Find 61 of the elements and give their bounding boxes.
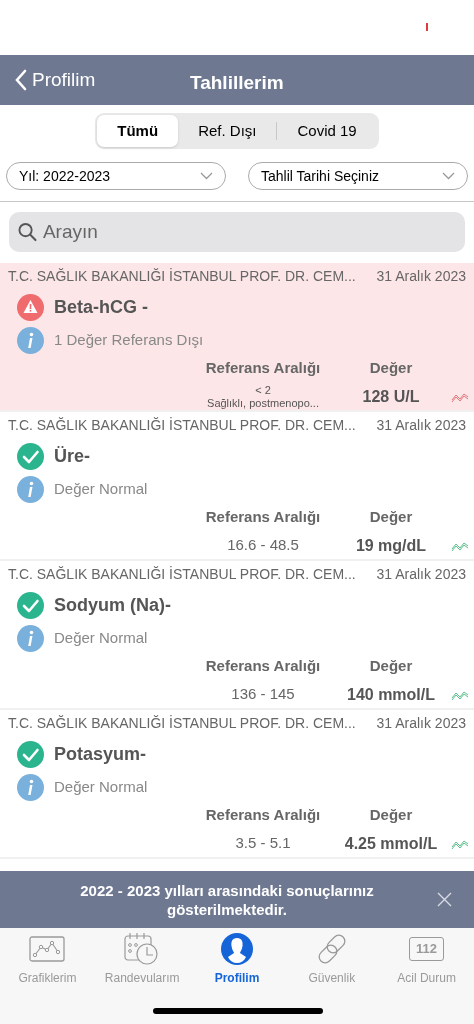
result-date: 31 Aralık 2023 (376, 714, 466, 733)
segment-tab[interactable]: Tümü (97, 115, 179, 147)
close-icon (436, 892, 452, 907)
chevron-down-icon (200, 172, 213, 180)
result-value: 4.25 mmol/L (344, 833, 438, 854)
screen-title: Tahlillerim (190, 71, 284, 95)
institution-name: T.C. SAĞLIK BAKANLIĞI İSTANBUL PROF. DR. CEM... (8, 714, 356, 733)
result-note: Değer Normal (54, 777, 148, 798)
info-icon (17, 774, 44, 801)
column-header: Değer (368, 656, 414, 676)
warning-icon (17, 294, 44, 321)
column-header: Değer (368, 358, 414, 378)
segment-tab[interactable]: Covid 19 (277, 115, 377, 147)
result-card[interactable]: T.C. SAĞLIK BAKANLIĞI İSTANBUL PROF. DR. CEM... 31 Aralık 2023 Beta-hCG - 1 Değer Referans Dışı Referans Aralığı Değer < 2 Sağlıklı, postmenopo... 128 U/L (0, 263, 474, 412)
search-input[interactable]: Arayın (42, 217, 465, 247)
test-name: Beta-hCG - (54, 296, 148, 319)
test-name: Potasyum- (54, 743, 147, 766)
calendar-clock-icon (124, 932, 161, 966)
result-date: 31 Aralık 2023 (376, 565, 466, 584)
column-header: Referans Aralığı (204, 358, 322, 378)
result-value: 140 mmol/L (347, 684, 435, 705)
result-date: 31 Aralık 2023 (376, 416, 466, 435)
recording-indicator (426, 23, 428, 31)
column-header: Değer (368, 507, 414, 527)
column-header: Referans Aralığı (204, 656, 322, 676)
back-button[interactable]: Profilim (0, 65, 96, 95)
tab-bar-item[interactable]: Profilim (189, 931, 285, 987)
institution-name: T.C. SAĞLIK BAKANLIĞI İSTANBUL PROF. DR. CEM... (8, 565, 356, 584)
banner-message: 2022 - 2023 yılları arasındaki sonuçlarınız gösterilmektedir. (79, 880, 375, 919)
reference-note: Sağlıklı, postmenopo... (207, 396, 319, 410)
checkmark-icon (17, 741, 44, 768)
search-icon (18, 222, 37, 242)
institution-name: T.C. SAĞLIK BAKANLIĞI İSTANBUL PROF. DR. CEM... (8, 267, 356, 286)
user-icon (220, 932, 254, 966)
search-field[interactable]: Arayın (9, 212, 465, 252)
reference-range: 3.5 - 5.1 (235, 833, 291, 854)
result-note: 1 Değer Referans Dışı (54, 330, 204, 351)
institution-name: T.C. SAĞLIK BAKANLIĞI İSTANBUL PROF. DR. CEM... (8, 416, 356, 435)
reference-range: 16.6 - 48.5 (227, 535, 299, 556)
result-value: 19 mg/dL (355, 535, 427, 556)
emergency-number-icon: 112 (409, 937, 445, 961)
result-date: 31 Aralık 2023 (376, 267, 466, 286)
back-icon (14, 69, 28, 91)
checkmark-icon (17, 443, 44, 470)
segment-tab[interactable]: Ref. Dışı (178, 115, 277, 147)
reference-range: < 2 (255, 383, 271, 397)
result-note: Değer Normal (54, 628, 148, 649)
chevron-down-icon (442, 172, 455, 180)
test-name: Üre- (54, 445, 90, 468)
column-header: Referans Aralığı (204, 805, 322, 825)
info-icon (17, 476, 44, 503)
result-value: 128 U/L (362, 386, 420, 407)
result-note: Değer Normal (54, 479, 148, 500)
checkmark-icon (17, 592, 44, 619)
test-name: Sodyum (Na)- (54, 594, 171, 617)
info-icon (17, 327, 44, 354)
reference-range: 136 - 145 (231, 684, 295, 705)
chart-icon (29, 936, 66, 962)
info-icon (17, 625, 44, 652)
column-header: Değer (368, 805, 414, 825)
column-header: Referans Aralığı (204, 507, 322, 527)
